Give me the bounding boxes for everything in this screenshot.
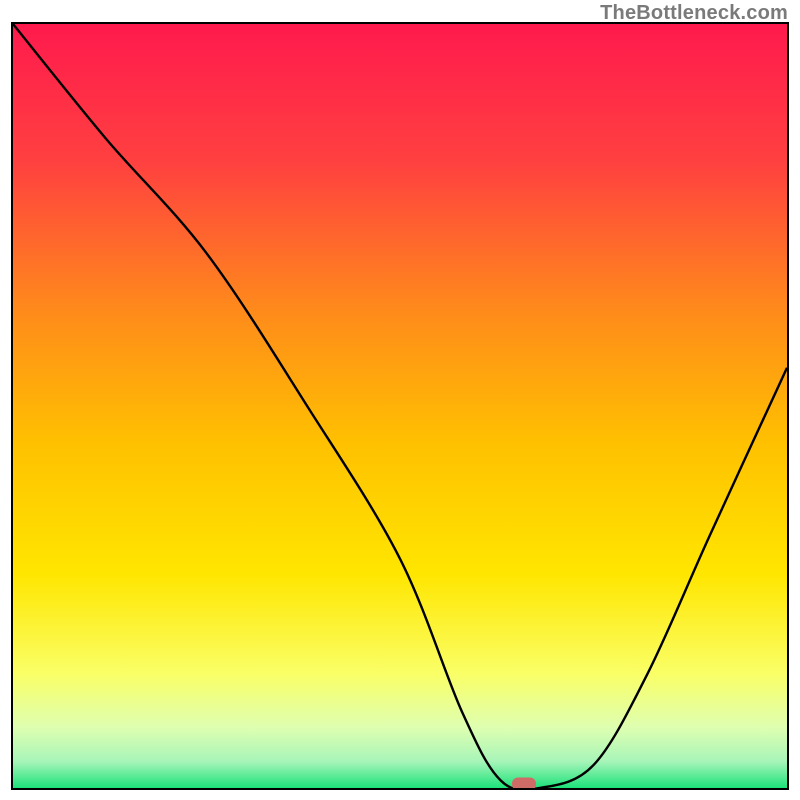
bottleneck-curve [13,24,787,788]
plot-area [11,22,789,790]
chart-container: TheBottleneck.com [0,0,800,800]
optimal-point-marker [512,778,536,791]
